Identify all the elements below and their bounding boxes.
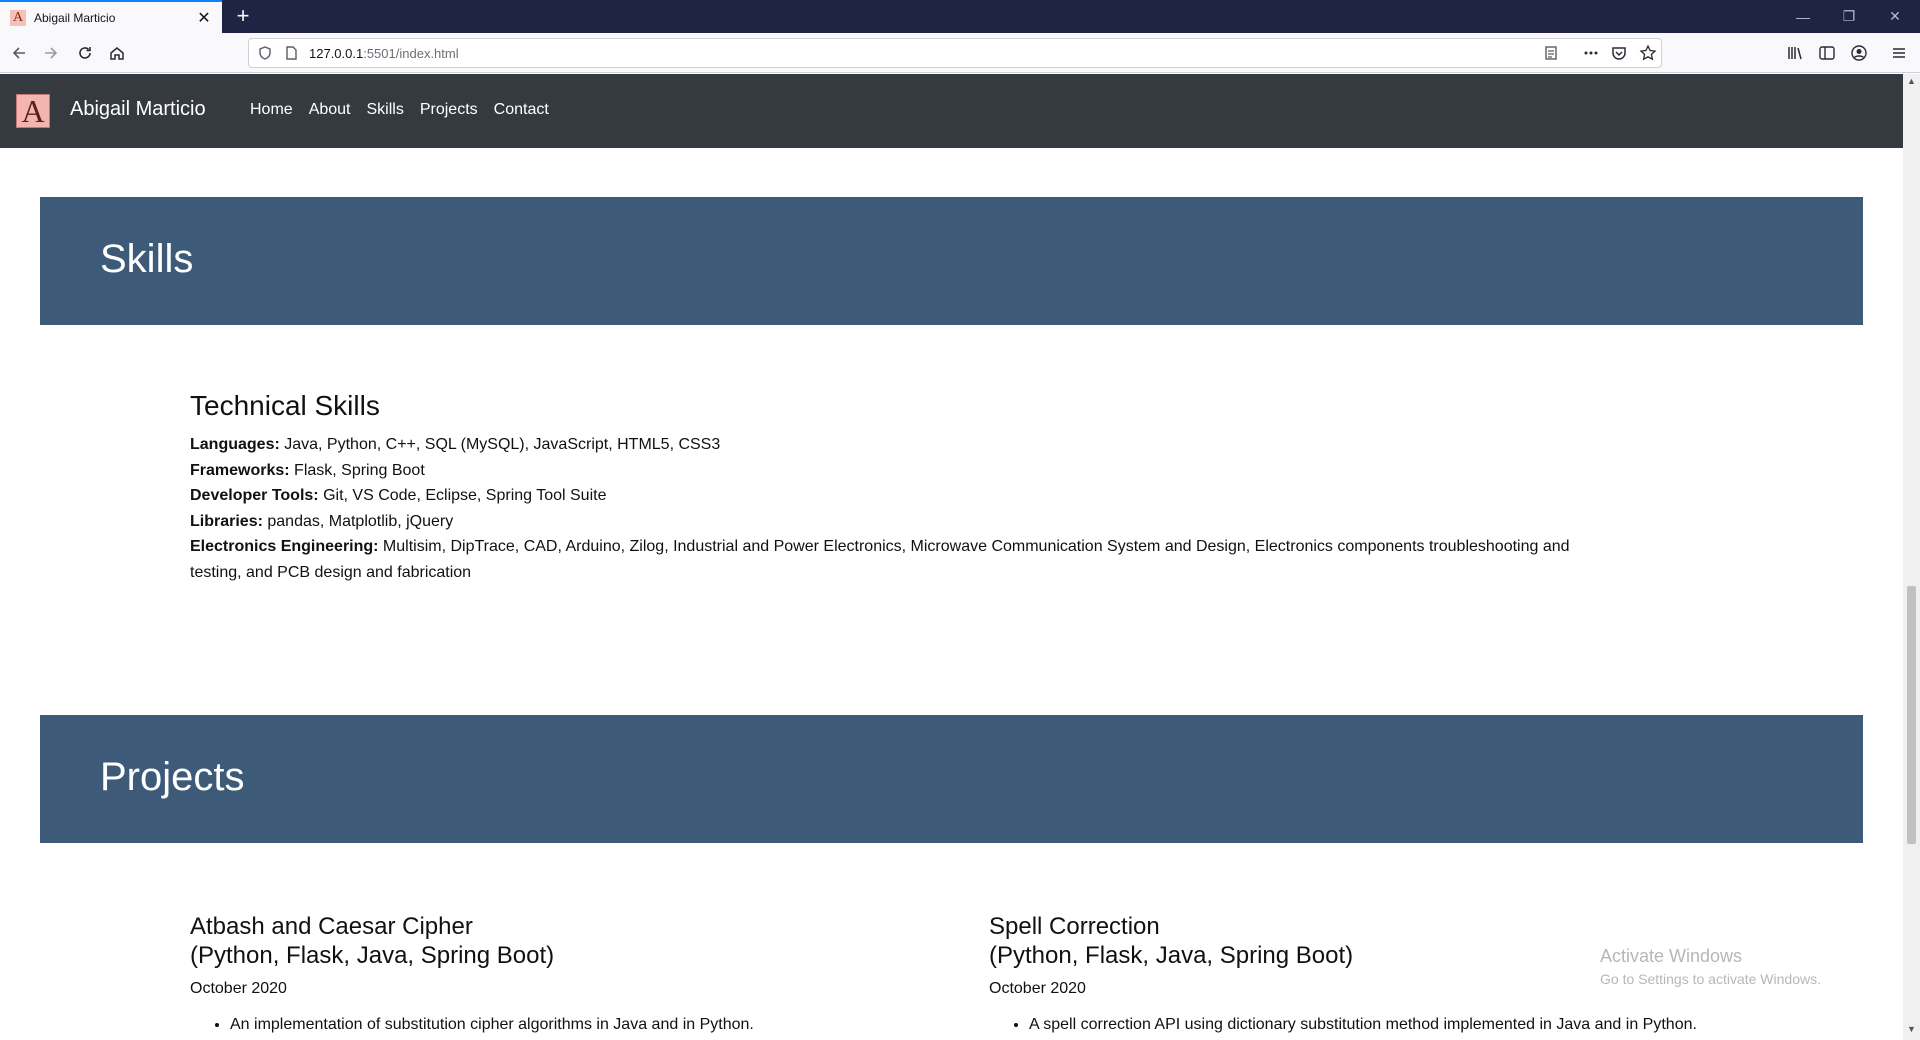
skill-value: Flask, Spring Boot bbox=[289, 461, 425, 479]
site-navbar: A Abigail Marticio Home About Skills Pro… bbox=[0, 74, 1903, 148]
tab-close-icon[interactable]: ✕ bbox=[196, 8, 212, 28]
nav-link-about[interactable]: About bbox=[309, 101, 351, 119]
page-info-icon[interactable] bbox=[283, 45, 299, 66]
skill-label: Frameworks: bbox=[190, 461, 290, 479]
tab-favicon: A bbox=[10, 9, 26, 26]
skill-line-libraries: Libraries: pandas, Matplotlib, jQuery bbox=[190, 509, 1570, 535]
url-path: :5501/index.html bbox=[363, 45, 459, 61]
project-bullet: An implementation of substitution cipher… bbox=[230, 1016, 890, 1034]
skill-line-languages: Languages: Java, Python, C++, SQL (MySQL… bbox=[190, 432, 1570, 458]
address-bar[interactable]: 127.0.0.1:5501/index.html bbox=[248, 38, 1662, 68]
page-viewport: A Abigail Marticio Home About Skills Pro… bbox=[0, 74, 1903, 1040]
pocket-icon[interactable] bbox=[1606, 40, 1632, 66]
reader-view-icon[interactable] bbox=[1543, 45, 1559, 66]
scroll-up-icon[interactable]: ▲ bbox=[1906, 76, 1917, 86]
skills-banner: Skills bbox=[40, 197, 1863, 325]
browser-tab-strip: A Abigail Marticio ✕ + — ❐ ✕ bbox=[0, 0, 1920, 33]
skill-label: Developer Tools: bbox=[190, 487, 319, 504]
site-nav-links: Home About Skills Projects Contact bbox=[250, 101, 549, 119]
url-host: 127.0.0.1 bbox=[309, 45, 364, 61]
url-text: 127.0.0.1:5501/index.html bbox=[309, 46, 459, 61]
project-title: Spell Correction bbox=[989, 913, 1160, 940]
home-icon[interactable] bbox=[104, 40, 130, 66]
project-bullets: An implementation of substitution cipher… bbox=[230, 1016, 890, 1034]
minimize-icon[interactable]: — bbox=[1780, 0, 1826, 33]
skill-value: pandas, Matplotlib, jQuery bbox=[262, 512, 454, 530]
page-actions-icon[interactable] bbox=[1578, 40, 1604, 66]
nav-link-contact[interactable]: Contact bbox=[494, 101, 549, 119]
skills-banner-title: Skills bbox=[100, 237, 194, 281]
sidebar-icon[interactable] bbox=[1814, 40, 1840, 66]
restore-icon[interactable]: ❐ bbox=[1826, 0, 1872, 33]
skill-value: Java, Python, C++, SQL (MySQL), JavaScri… bbox=[279, 436, 721, 453]
project-bullets: A spell correction API using dictionary … bbox=[1029, 1016, 1789, 1034]
scroll-down-icon[interactable]: ▼ bbox=[1906, 1024, 1917, 1034]
tracking-shield-icon[interactable] bbox=[257, 45, 273, 66]
technical-skills-section: Technical Skills Languages: Java, Python… bbox=[190, 390, 1570, 585]
project-title: Atbash and Caesar Cipher bbox=[190, 913, 473, 940]
brand-logo[interactable]: A bbox=[16, 93, 50, 129]
bookmark-star-icon[interactable] bbox=[1635, 40, 1661, 66]
browser-toolbar: 127.0.0.1:5501/index.html bbox=[0, 33, 1920, 73]
activate-windows-watermark: Activate Windows Go to Settings to activ… bbox=[1600, 946, 1821, 987]
forward-icon[interactable] bbox=[38, 40, 64, 66]
menu-icon[interactable] bbox=[1886, 40, 1912, 66]
reload-icon[interactable] bbox=[72, 40, 98, 66]
project-date: October 2020 bbox=[190, 980, 287, 997]
skill-value: Git, VS Code, Eclipse, Spring Tool Suite bbox=[318, 487, 607, 504]
project-stack: (Python, Flask, Java, Spring Boot) bbox=[190, 942, 555, 969]
skill-label: Electronics Engineering: bbox=[190, 538, 379, 555]
window-close-icon[interactable]: ✕ bbox=[1872, 0, 1918, 33]
skill-line-developer-tools: Developer Tools: Git, VS Code, Eclipse, … bbox=[190, 483, 1570, 509]
page-scrollbar[interactable]: ▲ ▼ bbox=[1903, 74, 1920, 1040]
skill-value: Multisim, DipTrace, CAD, Arduino, Zilog,… bbox=[190, 538, 1570, 581]
library-icon[interactable] bbox=[1782, 40, 1808, 66]
projects-banner: Projects bbox=[40, 715, 1863, 843]
projects-banner-title: Projects bbox=[100, 755, 245, 799]
brand-name[interactable]: Abigail Marticio bbox=[70, 98, 206, 121]
nav-link-skills[interactable]: Skills bbox=[367, 101, 404, 119]
project-bullet: A spell correction API using dictionary … bbox=[1029, 1016, 1789, 1034]
scrollbar-thumb[interactable] bbox=[1907, 586, 1916, 844]
browser-tab[interactable]: A Abigail Marticio ✕ bbox=[0, 0, 222, 33]
skill-label: Libraries: bbox=[190, 512, 263, 530]
nav-link-projects[interactable]: Projects bbox=[420, 101, 478, 119]
watermark-title: Activate Windows bbox=[1600, 946, 1743, 966]
skill-label: Languages: bbox=[190, 436, 280, 453]
technical-skills-heading: Technical Skills bbox=[190, 390, 380, 421]
tab-title: Abigail Marticio bbox=[34, 10, 116, 25]
skill-line-electronics: Electronics Engineering: Multisim, DipTr… bbox=[190, 534, 1570, 585]
back-icon[interactable] bbox=[6, 40, 32, 66]
nav-link-home[interactable]: Home bbox=[250, 101, 293, 119]
project-card: Atbash and Caesar Cipher (Python, Flask,… bbox=[190, 912, 890, 1034]
new-tab-icon[interactable]: + bbox=[230, 3, 256, 29]
account-icon[interactable] bbox=[1846, 40, 1872, 66]
skill-line-frameworks: Frameworks: Flask, Spring Boot bbox=[190, 458, 1570, 484]
watermark-subtitle: Go to Settings to activate Windows. bbox=[1600, 971, 1821, 987]
